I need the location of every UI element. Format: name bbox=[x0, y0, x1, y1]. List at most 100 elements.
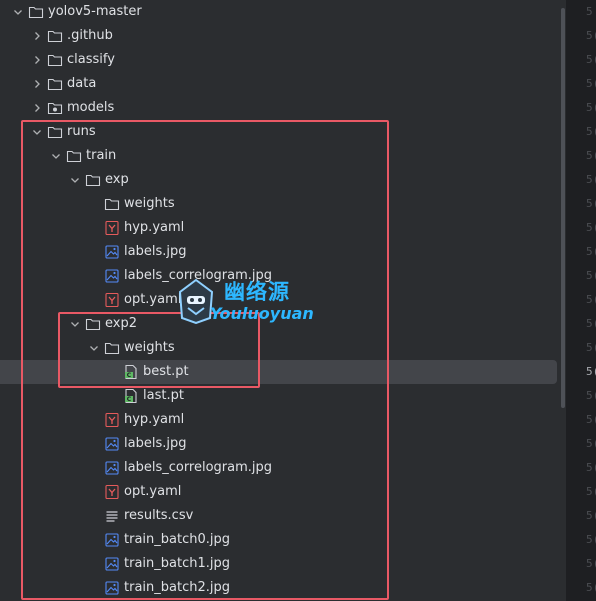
folder-icon bbox=[47, 124, 63, 140]
tree-file-item[interactable]: hyp.yaml bbox=[0, 216, 566, 240]
tree-item-label: best.pt bbox=[143, 364, 189, 379]
tree-file-item[interactable]: labels_correlogram.jpg bbox=[0, 264, 566, 288]
yaml-file-icon bbox=[104, 220, 120, 236]
folder-icon bbox=[47, 52, 63, 68]
line-number: 5( bbox=[586, 29, 596, 42]
svg-text:C: C bbox=[127, 372, 132, 379]
yaml-file-icon bbox=[104, 412, 120, 428]
tree-file-item[interactable]: Cbest.pt bbox=[0, 360, 566, 384]
chevron-down-icon[interactable] bbox=[67, 316, 83, 332]
line-number: 5( bbox=[586, 365, 596, 378]
line-number: 5( bbox=[586, 557, 596, 570]
chevron-right-icon[interactable] bbox=[29, 28, 45, 44]
tree-folder-item[interactable]: train bbox=[0, 144, 566, 168]
chevron-down-icon[interactable] bbox=[48, 148, 64, 164]
tree-folder-item[interactable]: exp bbox=[0, 168, 566, 192]
tree-folder-item[interactable]: runs bbox=[0, 120, 566, 144]
editor-line-gutter: 5 5(5(5(5(5(5(5(5(5(5(5(5(5(5(5(5(5(5(5(5… bbox=[567, 0, 596, 601]
image-file-icon bbox=[104, 532, 120, 548]
tree-folder-item[interactable]: classify bbox=[0, 48, 566, 72]
scrollbar-thumb[interactable] bbox=[561, 8, 565, 408]
yaml-file-icon bbox=[104, 484, 120, 500]
tree-file-item[interactable]: opt.yaml bbox=[0, 480, 566, 504]
tree-folder-item[interactable]: models bbox=[0, 96, 566, 120]
image-file-icon bbox=[104, 556, 120, 572]
line-number: 5( bbox=[586, 221, 596, 234]
tree-file-item[interactable]: train_batch1.jpg bbox=[0, 552, 566, 576]
line-number: 5( bbox=[586, 389, 596, 402]
tree-item-label: train_batch1.jpg bbox=[124, 556, 230, 571]
line-number: 5( bbox=[586, 197, 596, 210]
folder-icon bbox=[104, 196, 120, 212]
chevron-down-icon[interactable] bbox=[86, 340, 102, 356]
chevron-down-icon[interactable] bbox=[67, 172, 83, 188]
folder-icon bbox=[28, 4, 44, 20]
line-number: 5( bbox=[586, 125, 596, 138]
tree-folder-item[interactable]: weights bbox=[0, 192, 566, 216]
tree-item-label: labels.jpg bbox=[124, 244, 187, 259]
chevron-right-icon[interactable] bbox=[29, 76, 45, 92]
tree-item-label: last.pt bbox=[143, 388, 184, 403]
tree-folder-item[interactable]: yolov5-master bbox=[0, 0, 566, 24]
project-tree: yolov5-master .github classify data models ru… bbox=[0, 0, 566, 601]
line-number: 5( bbox=[586, 53, 596, 66]
folder-icon bbox=[104, 340, 120, 356]
tree-file-item[interactable]: train_batch0.jpg bbox=[0, 528, 566, 552]
tree-file-item[interactable]: train_batch2.jpg bbox=[0, 576, 566, 600]
tree-item-label: results.csv bbox=[124, 508, 194, 523]
tree-file-item[interactable]: opt.yaml bbox=[0, 288, 566, 312]
tree-file-item[interactable]: hyp.yaml bbox=[0, 408, 566, 432]
tree-item-label: labels.jpg bbox=[124, 436, 187, 451]
line-number: 5( bbox=[586, 533, 596, 546]
tree-file-item[interactable]: labels.jpg bbox=[0, 432, 566, 456]
tree-item-label: weights bbox=[124, 196, 175, 211]
tree-file-item[interactable]: Clast.pt bbox=[0, 384, 566, 408]
line-number: 5( bbox=[586, 341, 596, 354]
line-number: 5( bbox=[586, 269, 596, 282]
tree-item-label: labels_correlogram.jpg bbox=[124, 268, 273, 283]
tree-file-item[interactable]: labels.jpg bbox=[0, 240, 566, 264]
image-file-icon bbox=[104, 244, 120, 260]
tree-item-label: models bbox=[67, 100, 115, 115]
chevron-right-icon[interactable] bbox=[29, 100, 45, 116]
folder-icon bbox=[66, 148, 82, 164]
tree-item-label: .github bbox=[67, 28, 113, 43]
tree-item-label: train bbox=[86, 148, 117, 163]
tree-item-label: opt.yaml bbox=[124, 292, 182, 307]
tree-folder-item[interactable]: exp2 bbox=[0, 312, 566, 336]
chevron-right-icon[interactable] bbox=[29, 52, 45, 68]
tree-folder-item[interactable]: weights bbox=[0, 336, 566, 360]
tree-item-label: exp2 bbox=[105, 316, 137, 331]
folder-icon bbox=[47, 76, 63, 92]
tree-folder-item[interactable]: .github bbox=[0, 24, 566, 48]
line-number: 5( bbox=[586, 173, 596, 186]
tree-file-item[interactable]: results.csv bbox=[0, 504, 566, 528]
line-number: 5( bbox=[586, 413, 596, 426]
tree-file-item[interactable]: labels_correlogram.jpg bbox=[0, 456, 566, 480]
chevron-down-icon[interactable] bbox=[29, 124, 45, 140]
tree-item-label: hyp.yaml bbox=[124, 220, 185, 235]
package-folder-icon bbox=[47, 100, 63, 116]
tree-item-label: exp bbox=[105, 172, 129, 187]
chevron-down-icon[interactable] bbox=[10, 4, 26, 20]
image-file-icon bbox=[104, 268, 120, 284]
tree-item-label: opt.yaml bbox=[124, 484, 182, 499]
tree-item-label: train_batch2.jpg bbox=[124, 580, 230, 595]
line-number: 5( bbox=[586, 461, 596, 474]
yaml-file-icon bbox=[104, 292, 120, 308]
tree-folder-item[interactable]: data bbox=[0, 72, 566, 96]
tree-item-label: data bbox=[67, 76, 97, 91]
line-number: 5( bbox=[586, 485, 596, 498]
